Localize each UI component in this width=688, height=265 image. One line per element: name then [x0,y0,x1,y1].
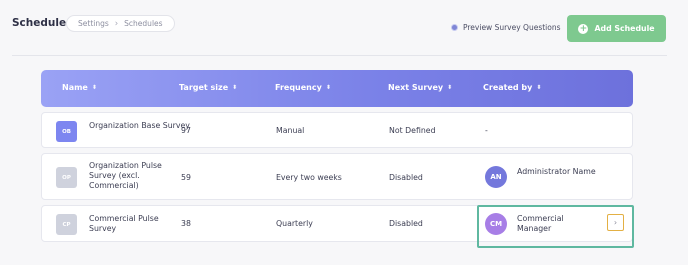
table-row[interactable]: OB Organization Base Survey 97 Manual No… [41,112,633,148]
survey-badge: CP [56,214,77,235]
column-header-next-survey[interactable]: Next Survey ⬍ [388,83,452,92]
created-by: Administrator Name [517,167,596,176]
top-bar: Schedules Settings › Schedules Preview S… [0,0,688,56]
sort-icon: ⬍ [536,83,542,91]
preview-survey-questions-link[interactable]: Preview Survey Questions [451,23,561,32]
avatar: AN [485,166,507,188]
frequency: Manual [276,126,305,135]
column-header-target-size[interactable]: Target size ⬍ [179,83,237,92]
frequency: Every two weeks [276,173,342,182]
plus-circle-icon: + [578,23,589,34]
column-header-created-by[interactable]: Created by ⬍ [483,83,541,92]
column-header-name[interactable]: Name ⬍ [62,83,97,92]
target-size: 59 [181,173,191,182]
frequency: Quarterly [276,219,313,228]
sort-icon: ⬍ [447,83,453,91]
schedules-table: Name ⬍ Target size ⬍ Frequency ⬍ Next Surve… [41,70,633,107]
header-divider [12,55,667,56]
survey-badge: OB [56,121,77,142]
column-header-frequency[interactable]: Frequency ⬍ [275,83,331,92]
target-size: 97 [181,126,191,135]
sort-icon: ⬍ [325,83,331,91]
breadcrumb-separator-icon: › [114,18,119,29]
add-schedule-label: Add Schedule [594,24,655,33]
preview-label: Preview Survey Questions [463,23,561,32]
page-title: Schedules [12,17,73,29]
target-size: 38 [181,219,191,228]
sort-icon: ⬍ [91,83,97,91]
sort-icon: ⬍ [232,83,238,91]
breadcrumb: Settings › Schedules [66,15,175,32]
breadcrumb-schedules: Schedules [124,19,163,28]
add-schedule-button[interactable]: + Add Schedule [567,15,666,42]
next-survey: Disabled [389,173,423,182]
next-survey: Not Defined [389,126,436,135]
breadcrumb-settings[interactable]: Settings [78,19,109,28]
preview-icon [451,24,458,31]
created-by: - [485,126,488,135]
chevron-right-icon[interactable]: › [607,214,624,231]
survey-name: Organization Pulse Survey (excl. Commerc… [89,161,162,190]
table-header: Name ⬍ Target size ⬍ Frequency ⬍ Next Surve… [41,70,633,107]
survey-badge: OP [56,167,77,188]
next-survey: Disabled [389,219,423,228]
table-row[interactable]: OP Organization Pulse Survey (excl. Comm… [41,153,633,200]
survey-name: Commercial Pulse Survey [89,214,159,233]
